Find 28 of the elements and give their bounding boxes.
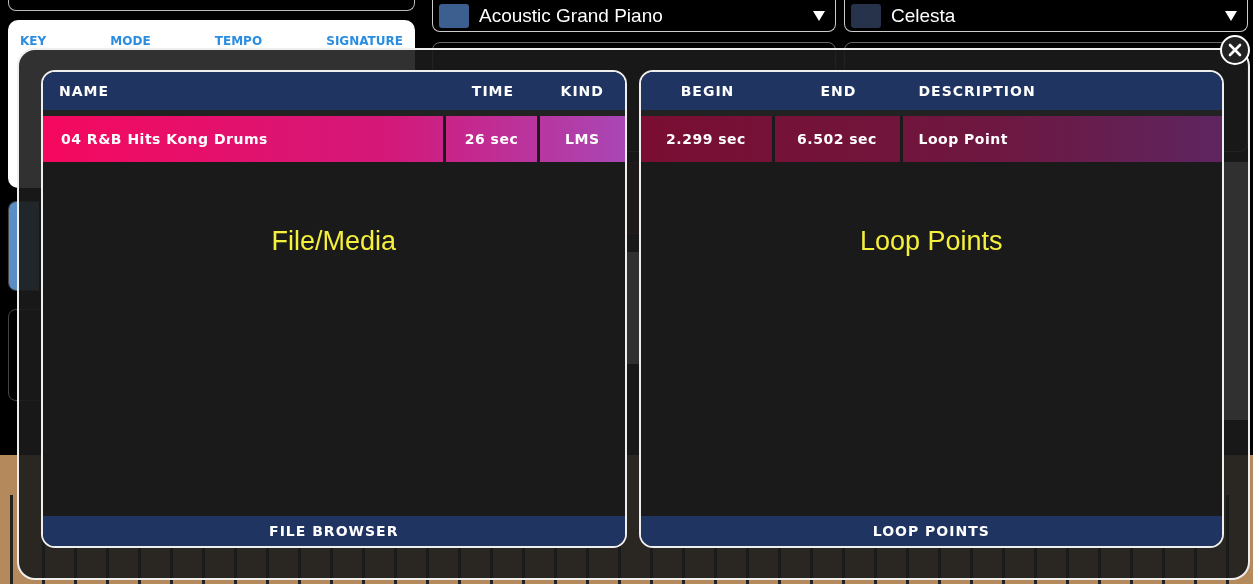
table-cell: 2.299 sec: [640, 116, 775, 162]
caret-icon: [1225, 10, 1237, 21]
header-label: KEY: [20, 34, 47, 48]
table-cell: 04 R&B Hits Kong Drums: [43, 116, 446, 162]
table-cell: 6.502 sec: [774, 116, 903, 162]
column-header: BEGIN: [679, 83, 736, 99]
table-row[interactable]: 04 R&B Hits Kong Drums 26 sec LMS: [43, 116, 625, 162]
panel-caption: File/Media: [271, 226, 396, 258]
caret-icon: [813, 10, 825, 21]
panel-caption: Loop Points: [859, 226, 1003, 258]
header-label: MODE: [110, 34, 151, 48]
footer-button[interactable]: LOOP POINTS: [640, 516, 1222, 546]
instrument-dropdown[interactable]: Celesta: [844, 0, 1248, 32]
column-header: TIME: [470, 83, 516, 99]
close-icon: [1228, 43, 1242, 57]
column-header: KIND: [559, 83, 605, 99]
table-cell-text: Loop Point: [917, 130, 1009, 149]
instrument-dropdown[interactable]: Acoustic Grand Piano: [432, 0, 836, 32]
column-header: END: [819, 83, 858, 99]
header-label: TEMPO: [214, 34, 263, 48]
column-header: NAME: [58, 83, 111, 99]
table-row[interactable]: 2.299 sec 6.502 sec Loop Point: [640, 116, 1222, 162]
close-button[interactable]: [1220, 35, 1250, 65]
table-cell-text: LMS: [564, 130, 601, 149]
table-cell: 26 sec: [446, 116, 540, 162]
header-label: SIGNATURE: [326, 34, 403, 48]
footer-button[interactable]: FILE BROWSER: [43, 516, 625, 546]
column-header: DESCRIPTION: [917, 83, 1037, 99]
